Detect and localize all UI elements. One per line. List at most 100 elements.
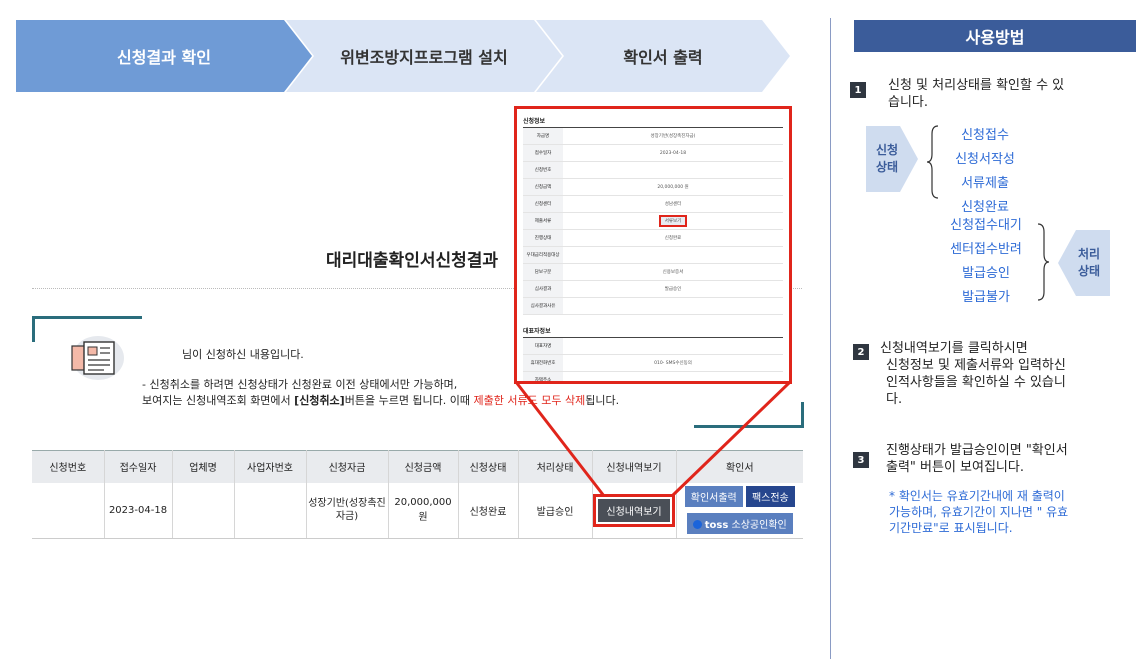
detail-key: 자택주소 [523,372,563,381]
detail-value: 성장기반(성장촉진자금) [650,134,696,139]
detail-key: 제출서류 [523,213,563,229]
col-header: 신청상태 [458,450,519,483]
apply-state-list: 신청접수 신청서작성 서류제출 신청완료 [940,124,1030,220]
bracket-decoration [694,402,804,428]
toss-verify-button[interactable]: toss 소상공인확인 [686,513,793,535]
detail-key: 진행상태 [523,230,563,246]
detail-key: 대표자명 [523,338,563,354]
table-row: 2023-04-18 성장기반(성장촉진자금) 20,000,000 원 신청완… [32,482,803,539]
notice-cancel-info: - 신청취소를 하려면 신청상태가 신청완료 이전 상태에서만 가능하며, [142,378,458,391]
cell-date: 2023-04-18 [104,482,173,539]
proc-state: 신청접수대기 [950,218,1022,233]
col-header: 신청번호 [32,450,105,483]
detail-value [563,372,783,381]
panel-divider [830,18,831,659]
notice-greeting: 님이 신청하신 내용입니다. [182,348,304,361]
proc-state: 발급승인 [962,266,1010,281]
section-title: 대표자정보 [523,323,783,338]
detail-key: 신청금액 [523,179,563,195]
detail-value [563,338,783,354]
step-number: 2 [853,344,869,360]
step-number: 3 [853,452,869,468]
step-banner: 신청결과 확인 위변조방지프로그램 설치 확인서 출력 [16,20,790,92]
document-icon [71,336,124,380]
detail-row: 신청금액 20,000,000 원 [523,179,783,196]
guide-text-2: 신청내역보기를 클릭하시면 신청정보 및 제출서류와 입력하신 인적사항들을 확… [880,341,1066,407]
detail-value: 성남센터 [664,202,682,207]
cell-fund: 성장기반(성장촉진자금) [306,482,389,539]
apply-state: 신청서작성 [955,152,1015,167]
detail-key: 자금명 [523,128,563,144]
apply-state: 신청접수 [961,128,1009,143]
detail-key: 신청번호 [523,162,563,178]
detail-value: 서류보기 [563,213,783,229]
brace-icon [926,125,939,199]
col-header: 업체명 [172,450,235,483]
cell-certificate: 확인서출력 팩스전송 toss 소상공인확인 [676,482,803,539]
detail-value [563,247,783,263]
detail-row: 자금명 성장기반(성장촉진자금) [523,128,783,145]
result-table: 신청번호 접수일자 업체명 사업자번호 신청자금 신청금액 신청상태 처리상태 … [32,450,803,539]
detail-row: 대표자명 [523,338,783,355]
notice-cancel-instruction: 보여지는 신청내역조회 화면에서 [신청취소]버튼을 누르면 됩니다. 이때 제… [142,394,620,407]
detail-value: 2023-04-18 [659,150,687,156]
detail-row: 우대금리적용대상 [523,247,783,264]
cell-app-no [32,482,105,539]
detail-value: 신청완료 [664,236,682,241]
view-documents-button[interactable]: 서류보기 [658,215,688,227]
col-header: 신청자금 [306,450,389,483]
detail-key: 심사결과사유 [523,298,563,314]
detail-key: 신청센터 [523,196,563,212]
col-header: 사업자번호 [234,450,307,483]
col-header: 확인서 [676,450,803,483]
guide-title: 사용방법 [854,20,1136,52]
cell-amount: 20,000,000 원 [388,482,459,539]
detail-key: 심사결과 [523,281,563,297]
page-title: 대리대출확인서신청결과 [326,251,499,271]
view-details-button[interactable]: 신청내역보기 [593,493,675,527]
detail-row: 신청센터 성남센터 [523,196,783,213]
guide-text-3: 진행상태가 발급승인이면 "확인서 출력" 버튼이 보여집니다. [886,443,1068,475]
detail-row: 접수일자 2023-04-18 [523,145,783,162]
step-print-certificate: 확인서 출력 [536,20,790,92]
detail-value [563,298,783,314]
detail-row: 제출서류 서류보기 [523,213,783,230]
detail-row: 담보구분 신용보증서 [523,264,783,281]
cell-bizno [234,482,307,539]
cell-view: 신청내역보기 [592,482,677,539]
detail-value [563,162,783,178]
step-result-check: 신청결과 확인 [16,20,312,92]
detail-row: 진행상태 신청완료 [523,230,783,247]
cell-state: 신청완료 [458,482,519,539]
detail-value: 20,000,000 원 [657,185,689,190]
detail-value: 신용보증서 [662,270,684,275]
cell-proc: 발급승인 [518,482,593,539]
proc-state-list: 신청접수대기 센터접수반려 발급승인 발급불가 [936,214,1036,310]
brace-icon [1037,223,1050,301]
col-header: 신청내역보기 [592,450,677,483]
detail-key: 접수일자 [523,145,563,161]
fax-send-button[interactable]: 팩스전송 [745,486,795,508]
col-header: 신청금액 [388,450,459,483]
guide-text-1b: 습니다. [888,95,929,110]
toss-icon [692,520,702,530]
detail-row: 신청번호 [523,162,783,179]
section-title: 신청정보 [523,113,783,128]
print-certificate-button[interactable]: 확인서출력 [684,486,743,508]
proc-state: 센터접수반려 [950,242,1022,257]
guide-text-1a: 신청 및 처리상태를 확인할 수 있 [888,78,1065,93]
apply-state-badge: 신청 상태 [866,126,918,192]
step-number: 1 [850,82,866,98]
detail-row: 심사결과 발급승인 [523,281,783,298]
detail-row: 심사결과사유 [523,298,783,315]
detail-key: 우대금리적용대상 [523,247,563,263]
detail-value: 발급승인 [664,287,682,292]
proc-state-badge: 처리 상태 [1058,230,1110,296]
cell-company [172,482,235,539]
screen: 신청결과 확인 위변조방지프로그램 설치 확인서 출력 대리대출확인서신청결과 … [0,0,1147,659]
detail-value: 010- SMS수신동의 [654,361,692,366]
detail-row: 자택주소 [523,372,783,381]
guide-note-3: * 확인서는 유효기간내에 재 출력이 가능하며, 유효기간이 지나면 " 유효… [889,489,1069,535]
detail-key: 담보구분 [523,264,563,280]
detail-row: 휴대전화번호 010- SMS수신동의 [523,355,783,372]
